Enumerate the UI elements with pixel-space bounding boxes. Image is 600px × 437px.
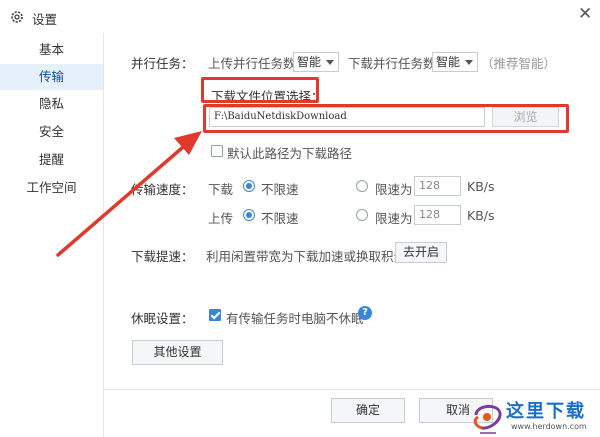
annotation-arrow	[56, 131, 202, 257]
watermark-logo	[473, 405, 502, 434]
watermark-url: www.herdown.com	[511, 422, 587, 431]
watermark-title: 这里下载	[506, 401, 586, 422]
